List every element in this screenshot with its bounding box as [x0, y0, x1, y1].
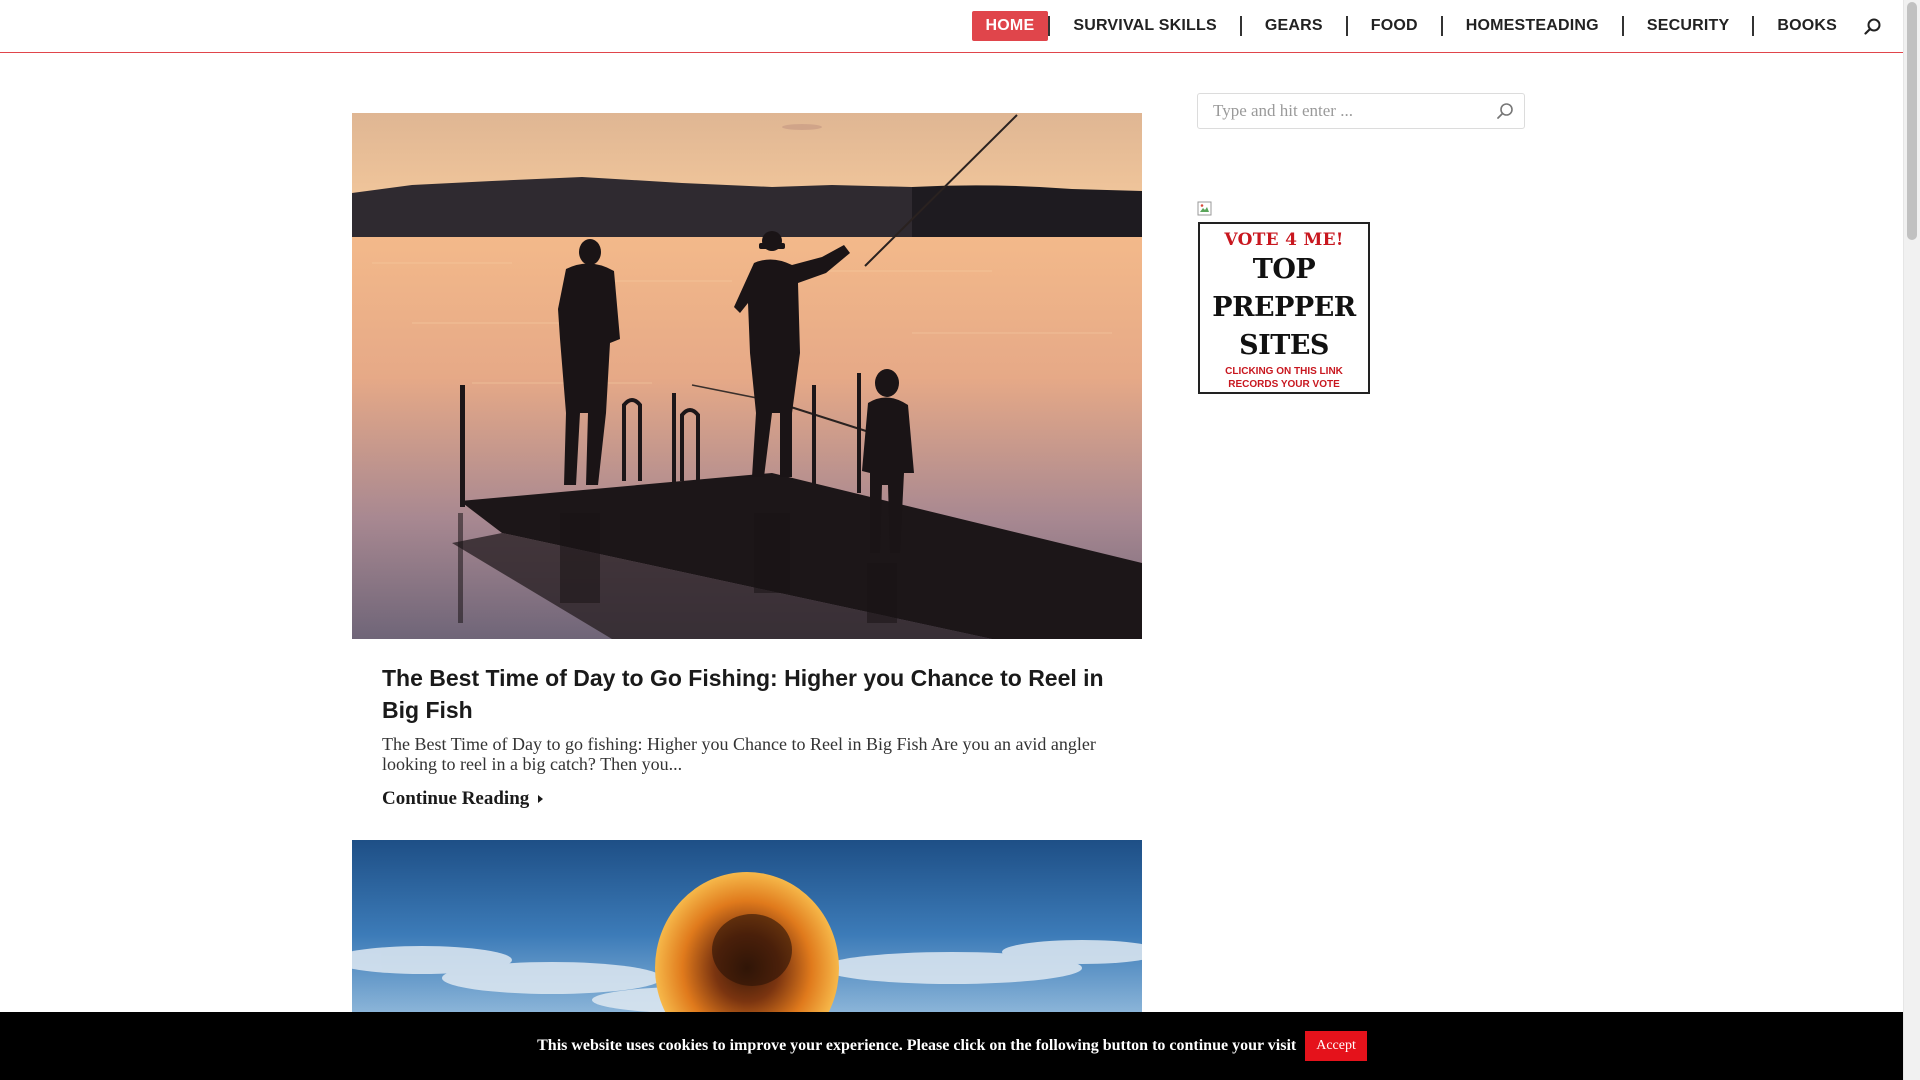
cookie-message: This website uses cookies to improve you… — [537, 1037, 1297, 1054]
site-header: HOME SURVIVAL SKILLS GEARS FOOD HOMESTEA… — [0, 0, 1904, 53]
nav-item-books[interactable]: BOOKS — [1754, 11, 1860, 41]
main-nav: HOME SURVIVAL SKILLS GEARS FOOD HOMESTEA… — [971, 11, 1882, 41]
post-excerpt: The Best Time of Day to go fishing: High… — [382, 734, 1096, 774]
sidebar-search-input[interactable] — [1198, 94, 1493, 128]
vote-banner[interactable]: VOTE 4 ME! TOP PREPPER SITES CLICKING ON… — [1198, 222, 1370, 394]
continue-reading-link[interactable]: Continue Reading — [382, 788, 544, 810]
nav-item-homesteading[interactable]: HOMESTEADING — [1443, 11, 1622, 41]
post-featured-image[interactable] — [352, 113, 1142, 639]
page-scrollbar[interactable] — [1903, 0, 1920, 1080]
vote-banner-headline: VOTE 4 ME! — [1224, 230, 1344, 250]
nav-item-home[interactable]: HOME — [971, 11, 1049, 41]
nav-item-security[interactable]: SECURITY — [1624, 11, 1753, 41]
sidebar-search-box — [1197, 93, 1525, 129]
vote-banner-title-line: PREPPER — [1212, 292, 1356, 323]
vote-banner-title-line: SITES — [1239, 330, 1329, 361]
second-post-image[interactable] — [352, 840, 1142, 1012]
continue-reading-label: Continue Reading — [382, 788, 530, 809]
nav-item-survival-skills[interactable]: SURVIVAL SKILLS — [1050, 11, 1239, 41]
cookie-consent-bar: This website uses cookies to improve you… — [0, 1012, 1904, 1080]
vote-banner-title-line: TOP — [1252, 254, 1316, 285]
explosion-image — [352, 840, 1142, 1012]
fishing-sunset-image — [352, 113, 1142, 639]
post-body: The Best Time of Day to Go Fishing: High… — [382, 662, 1122, 810]
caret-right-icon — [538, 795, 544, 803]
vote-banner-note: RECORDS YOUR VOTE — [1228, 379, 1340, 390]
broken-image-icon — [1197, 201, 1213, 217]
scrollbar-thumb[interactable] — [1907, 2, 1917, 240]
post-title[interactable]: The Best Time of Day to Go Fishing: High… — [382, 662, 1122, 726]
nav-item-food[interactable]: FOOD — [1348, 11, 1441, 41]
vote-banner-note: CLICKING ON THIS LINK — [1225, 366, 1343, 377]
search-icon[interactable] — [1862, 11, 1882, 41]
nav-item-gears[interactable]: GEARS — [1242, 11, 1346, 41]
search-icon[interactable] — [1496, 102, 1514, 120]
accept-cookies-button[interactable]: Accept — [1305, 1031, 1367, 1061]
